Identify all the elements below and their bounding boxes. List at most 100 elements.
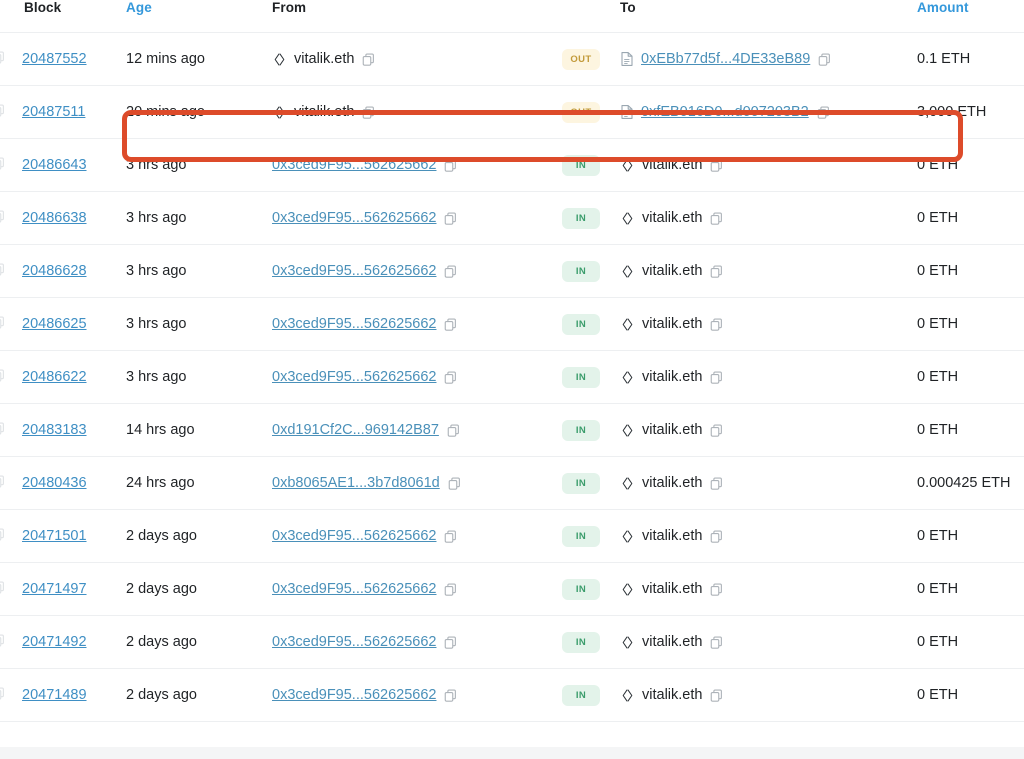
copy-icon[interactable] (817, 52, 832, 67)
to-name[interactable]: vitalik.eth (642, 687, 702, 703)
copy-icon[interactable] (443, 688, 458, 703)
copy-icon[interactable] (709, 582, 724, 597)
to-name[interactable]: vitalik.eth (642, 369, 702, 385)
cutoff-copy-icon[interactable] (0, 315, 6, 330)
to-name[interactable]: vitalik.eth (642, 475, 702, 491)
cutoff-copy-icon[interactable] (0, 209, 6, 224)
copy-icon[interactable] (443, 635, 458, 650)
direction-badge-in: IN (562, 208, 600, 229)
block-number-link[interactable]: 20471501 (22, 528, 87, 544)
to-name[interactable]: vitalik.eth (642, 528, 702, 544)
table-row[interactable]: 204714922 days ago0x3ced9F95...562625662… (0, 616, 1024, 669)
from-address-link[interactable]: 0x3ced9F95...562625662 (272, 634, 436, 650)
to-name[interactable]: vitalik.eth (642, 263, 702, 279)
cutoff-copy-icon[interactable] (0, 580, 6, 595)
copy-icon[interactable] (709, 423, 724, 438)
copy-icon[interactable] (709, 158, 724, 173)
to-name[interactable]: vitalik.eth (642, 157, 702, 173)
from-address-link[interactable]: 0x3ced9F95...562625662 (272, 581, 436, 597)
copy-icon[interactable] (709, 529, 724, 544)
to-address-link[interactable]: 0xfEB016D0...d007203B2 (641, 104, 809, 120)
copy-icon[interactable] (443, 264, 458, 279)
block-number-link[interactable]: 20486625 (22, 316, 87, 332)
table-row[interactable]: 204866253 hrs ago0x3ced9F95...562625662I… (0, 298, 1024, 351)
block-number-link[interactable]: 20487552 (22, 51, 87, 67)
copy-icon[interactable] (709, 370, 724, 385)
cutoff-copy-icon[interactable] (0, 474, 6, 489)
block-number-link[interactable]: 20487511 (22, 104, 85, 120)
to-name[interactable]: vitalik.eth (642, 634, 702, 650)
table-row[interactable]: 204866283 hrs ago0x3ced9F95...562625662I… (0, 245, 1024, 298)
table-row[interactable]: 2048318314 hrs ago0xd191Cf2C...969142B87… (0, 404, 1024, 457)
copy-icon[interactable] (443, 582, 458, 597)
table-row[interactable]: 204714892 days ago0x3ced9F95...562625662… (0, 669, 1024, 722)
copy-icon[interactable] (443, 158, 458, 173)
column-header-block[interactable]: Block (22, 0, 126, 33)
copy-icon[interactable] (443, 370, 458, 385)
copy-icon[interactable] (709, 635, 724, 650)
cutoff-copy-icon[interactable] (0, 527, 6, 542)
copy-icon[interactable] (816, 105, 831, 120)
block-number-link[interactable]: 20471489 (22, 687, 87, 703)
block-number-link[interactable]: 20486628 (22, 263, 87, 279)
cutoff-copy-icon[interactable] (0, 50, 6, 65)
cutoff-copy-icon[interactable] (0, 421, 6, 436)
column-header-to[interactable]: To (620, 0, 917, 33)
table-row[interactable]: 2048751120 mins agovitalik.ethOUT0xfEB01… (0, 86, 1024, 139)
copy-icon[interactable] (709, 688, 724, 703)
copy-icon[interactable] (709, 264, 724, 279)
copy-icon[interactable] (361, 52, 376, 67)
copy-icon[interactable] (443, 529, 458, 544)
table-row[interactable]: 2048043624 hrs ago0xb8065AE1...3b7d8061d… (0, 457, 1024, 510)
from-address-link[interactable]: 0x3ced9F95...562625662 (272, 316, 436, 332)
column-header-from[interactable]: From (272, 0, 562, 33)
block-number-link[interactable]: 20486622 (22, 369, 87, 385)
column-header-amount[interactable]: Amount (917, 0, 1024, 33)
copy-icon[interactable] (361, 105, 376, 120)
cutoff-copy-icon[interactable] (0, 633, 6, 648)
block-number-link[interactable]: 20471492 (22, 634, 87, 650)
from-address-link[interactable]: 0x3ced9F95...562625662 (272, 369, 436, 385)
column-header-age[interactable]: Age (126, 0, 272, 33)
cutoff-copy-icon[interactable] (0, 156, 6, 171)
block-number-link[interactable]: 20480436 (22, 475, 87, 491)
table-row[interactable]: 204866223 hrs ago0x3ced9F95...562625662I… (0, 351, 1024, 404)
to-address-link[interactable]: 0xEBb77d5f...4DE33eB89 (641, 51, 810, 67)
block-number-link[interactable]: 20486643 (22, 157, 87, 173)
block-number-link[interactable]: 20483183 (22, 422, 87, 438)
table-row[interactable]: 204714972 days ago0x3ced9F95...562625662… (0, 563, 1024, 616)
from-address-link[interactable]: 0x3ced9F95...562625662 (272, 528, 436, 544)
table-row[interactable]: 204715012 days ago0x3ced9F95...562625662… (0, 510, 1024, 563)
cutoff-copy-icon[interactable] (0, 686, 6, 701)
copy-icon[interactable] (709, 317, 724, 332)
from-address-link[interactable]: 0x3ced9F95...562625662 (272, 687, 436, 703)
from-address-link[interactable]: 0x3ced9F95...562625662 (272, 210, 436, 226)
block-number-link[interactable]: 20486638 (22, 210, 87, 226)
copy-icon[interactable] (709, 476, 724, 491)
cutoff-copy-icon[interactable] (0, 368, 6, 383)
cutoff-copy-icon[interactable] (0, 103, 6, 118)
block-number-link[interactable]: 20471497 (22, 581, 87, 597)
table-row[interactable]: 2048755212 mins agovitalik.ethOUT0xEBb77… (0, 33, 1024, 86)
to-name[interactable]: vitalik.eth (642, 210, 702, 226)
from-cell: 0x3ced9F95...562625662 (272, 528, 562, 544)
from-address-link[interactable]: 0x3ced9F95...562625662 (272, 157, 436, 173)
to-cell: vitalik.eth (620, 581, 917, 597)
amount-value: 0 ETH (917, 210, 958, 226)
copy-icon[interactable] (446, 423, 461, 438)
from-name[interactable]: vitalik.eth (294, 51, 354, 67)
table-row[interactable]: 204866383 hrs ago0x3ced9F95...562625662I… (0, 192, 1024, 245)
copy-icon[interactable] (447, 476, 462, 491)
from-name[interactable]: vitalik.eth (294, 104, 354, 120)
cutoff-copy-icon[interactable] (0, 262, 6, 277)
copy-icon[interactable] (443, 317, 458, 332)
to-name[interactable]: vitalik.eth (642, 316, 702, 332)
from-address-link[interactable]: 0xb8065AE1...3b7d8061d (272, 475, 440, 491)
copy-icon[interactable] (709, 211, 724, 226)
from-address-link[interactable]: 0xd191Cf2C...969142B87 (272, 422, 439, 438)
to-name[interactable]: vitalik.eth (642, 422, 702, 438)
to-name[interactable]: vitalik.eth (642, 581, 702, 597)
table-row[interactable]: 204866433 hrs ago0x3ced9F95...562625662I… (0, 139, 1024, 192)
copy-icon[interactable] (443, 211, 458, 226)
from-address-link[interactable]: 0x3ced9F95...562625662 (272, 263, 436, 279)
